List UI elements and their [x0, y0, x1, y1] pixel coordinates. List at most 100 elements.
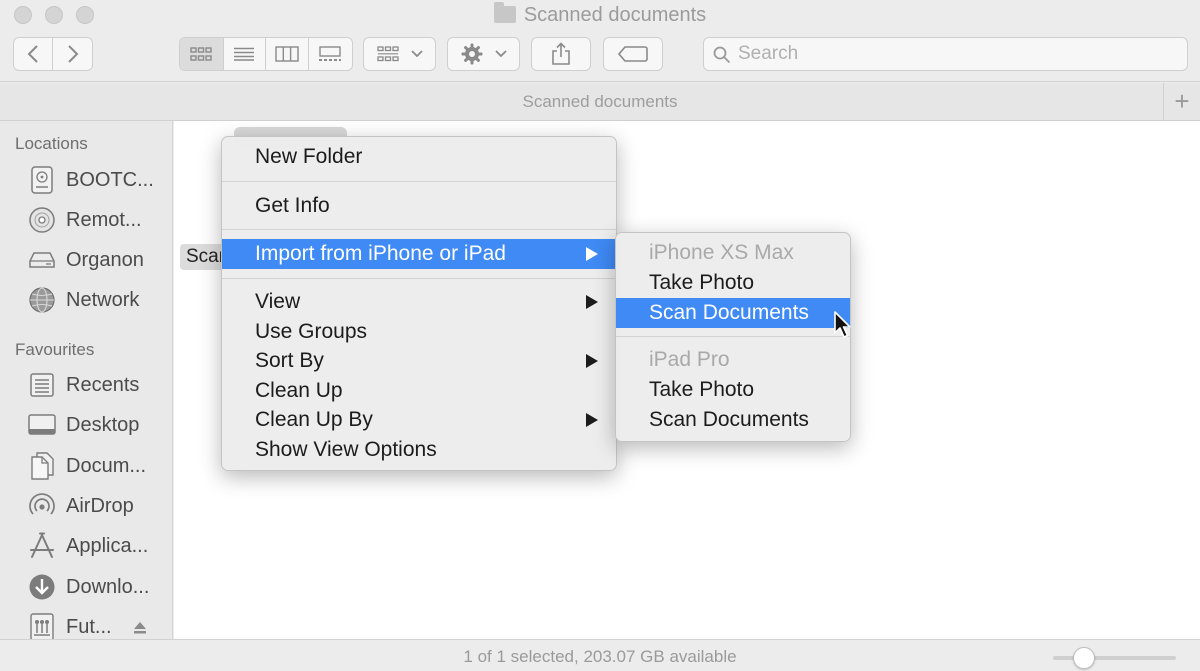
hard-drive-icon [28, 166, 56, 194]
new-tab-button[interactable]: + [1163, 83, 1200, 120]
gallery-view-button[interactable] [309, 38, 352, 70]
sidebar-item-bootcamp[interactable]: BOOTC... [28, 163, 154, 197]
sidebar-section-locations: Locations [15, 134, 88, 153]
status-bar: 1 of 1 selected, 203.07 GB available [0, 639, 1200, 671]
icon-size-slider-track[interactable] [1053, 656, 1176, 660]
submenu-item-ipad-take-photo[interactable]: Take Photo [616, 375, 850, 405]
gallery-view-icon [319, 46, 342, 61]
menu-item-use-groups[interactable]: Use Groups [222, 317, 616, 347]
menu-item-view[interactable]: View [222, 287, 616, 317]
menu-item-show-view-options[interactable]: Show View Options [222, 435, 616, 465]
sidebar-item-downloads[interactable]: Downlo... [28, 570, 149, 604]
sidebar-item-network[interactable]: Network [28, 283, 139, 317]
external-drive-icon [28, 246, 56, 274]
import-submenu: iPhone XS Max Take Photo Scan Documents … [615, 232, 851, 442]
sidebar-item-label: BOOTC... [66, 168, 154, 191]
submenu-header-ipad: iPad Pro [649, 348, 730, 371]
eject-icon[interactable] [133, 621, 147, 635]
sidebar-item-documents[interactable]: Docum... [28, 449, 146, 483]
search-input[interactable] [738, 42, 1178, 66]
status-text: 1 of 1 selected, 203.07 GB available [463, 647, 737, 666]
column-view-button[interactable] [266, 38, 309, 70]
sidebar-section-favourites: Favourites [15, 340, 95, 359]
optical-disc-icon [28, 206, 56, 234]
search-icon [713, 46, 731, 64]
navigation-buttons [13, 37, 93, 71]
sidebar-item-network-volume[interactable]: Fut... [28, 610, 112, 639]
menu-item-clean-up-by[interactable]: Clean Up By [222, 405, 616, 435]
sidebar-item-organon[interactable]: Organon [28, 243, 144, 277]
window-title: Scanned documents [0, 2, 1200, 27]
sidebar-item-recents[interactable]: Recents [28, 368, 139, 402]
sidebar-item-airdrop[interactable]: AirDrop [28, 489, 134, 523]
sidebar-item-label: Network [66, 288, 140, 311]
sidebar-item-applications[interactable]: Applica... [28, 529, 148, 563]
downloads-icon [28, 573, 56, 601]
menu-item-clean-up[interactable]: Clean Up [222, 376, 616, 406]
documents-icon [28, 452, 56, 480]
tag-icon [618, 46, 648, 62]
back-button[interactable] [14, 38, 54, 70]
submenu-item-iphone-take-photo[interactable]: Take Photo [616, 268, 850, 298]
path-bar: Scanned documents + [0, 83, 1200, 121]
airdrop-icon [28, 492, 56, 520]
sidebar-item-label: Fut... [66, 615, 112, 638]
sidebar-item-label: Remot... [66, 208, 142, 231]
sidebar: Locations BOOTC... Remot... Organon Netw… [0, 121, 173, 639]
submenu-arrow-icon [586, 247, 598, 261]
folder-icon [493, 2, 516, 23]
recents-icon [28, 371, 56, 399]
chevron-right-icon [67, 45, 78, 63]
globe-icon [28, 286, 56, 314]
menu-separator [222, 278, 616, 280]
chevron-left-icon [27, 45, 38, 63]
sidebar-item-label: Organon [66, 248, 144, 271]
window-title-text: Scanned documents [523, 4, 707, 26]
sidebar-item-label: Downlo... [66, 575, 150, 598]
icon-size-slider-knob[interactable] [1073, 647, 1095, 669]
submenu-arrow-icon [586, 413, 598, 427]
mouse-pointer-icon [834, 311, 851, 338]
titlebar: Scanned documents [0, 0, 1200, 82]
chevron-down-icon [410, 50, 423, 58]
desktop-icon [28, 411, 56, 439]
list-view-icon [234, 47, 255, 61]
network-volume-icon [28, 613, 56, 639]
sidebar-item-remote-disc[interactable]: Remot... [28, 203, 142, 237]
menu-separator [222, 181, 616, 183]
icon-view-button[interactable] [180, 38, 224, 70]
plus-icon: + [1174, 86, 1190, 116]
submenu-arrow-icon [586, 354, 598, 368]
sidebar-item-label: Desktop [66, 413, 140, 436]
group-by-button[interactable] [363, 37, 436, 71]
icon-view-icon [190, 47, 212, 61]
context-menu: New Folder Get Info Import from iPhone o… [221, 136, 617, 471]
gear-icon [461, 43, 482, 65]
column-view-icon [275, 46, 299, 62]
list-view-button[interactable] [224, 38, 267, 70]
submenu-header-iphone: iPhone XS Max [649, 241, 794, 264]
menu-separator [222, 229, 616, 231]
sidebar-item-label: Docum... [66, 454, 147, 477]
sidebar-item-label: Recents [66, 373, 140, 396]
view-mode-control [179, 37, 353, 71]
tags-button[interactable] [603, 37, 663, 71]
submenu-item-iphone-scan-documents[interactable]: Scan Documents [616, 298, 850, 328]
share-button[interactable] [531, 37, 591, 71]
menu-separator [616, 336, 850, 338]
menu-item-get-info[interactable]: Get Info [222, 191, 616, 221]
applications-icon [28, 532, 56, 560]
search-field[interactable] [703, 37, 1188, 71]
forward-button[interactable] [53, 38, 92, 70]
sidebar-item-label: Applica... [66, 534, 149, 557]
menu-item-import-from-iphone[interactable]: Import from iPhone or iPad [222, 239, 616, 269]
share-icon [552, 42, 570, 65]
path-bar-title: Scanned documents [522, 92, 678, 111]
submenu-arrow-icon [586, 295, 598, 309]
submenu-item-ipad-scan-documents[interactable]: Scan Documents [616, 405, 850, 435]
group-by-icon [376, 46, 399, 62]
sidebar-item-desktop[interactable]: Desktop [28, 408, 139, 442]
menu-item-sort-by[interactable]: Sort By [222, 346, 616, 376]
action-button[interactable] [447, 37, 520, 71]
menu-item-new-folder[interactable]: New Folder [222, 142, 616, 172]
